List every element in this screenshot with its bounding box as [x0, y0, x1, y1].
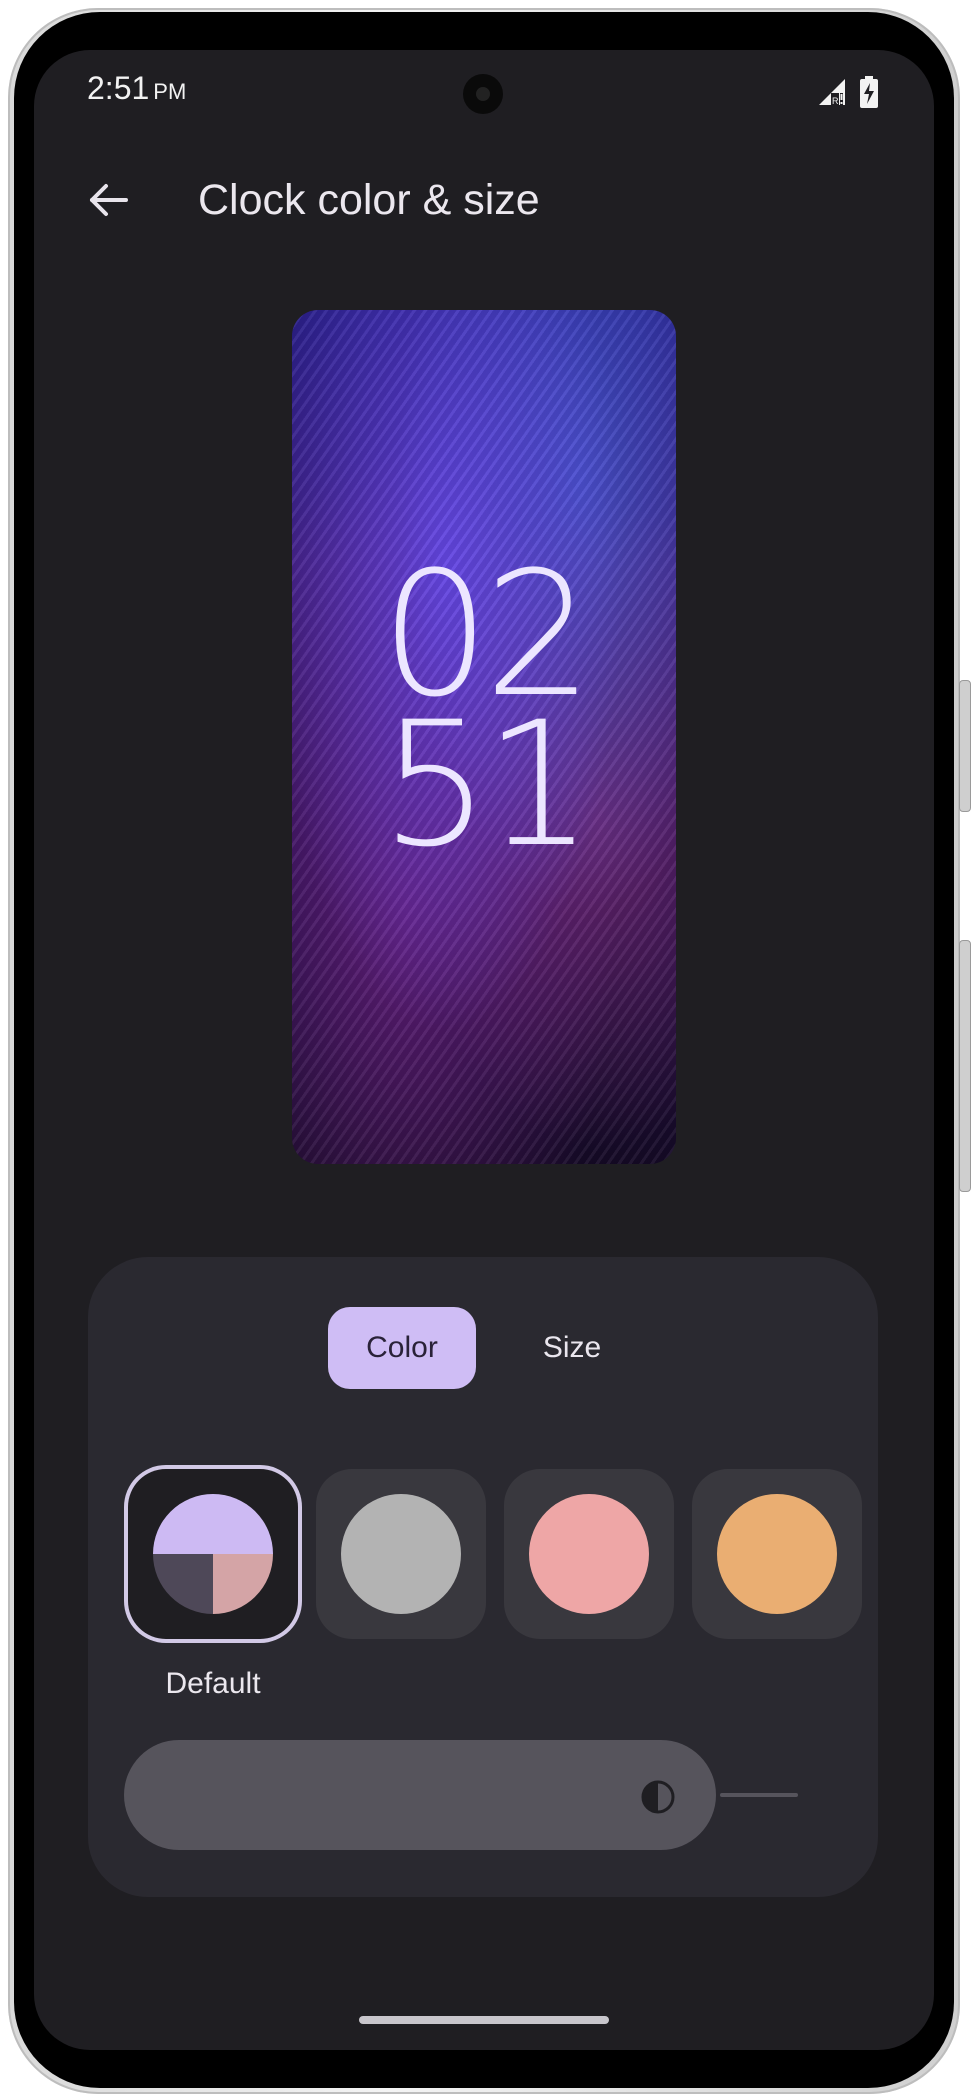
status-time-value: 2:51 — [87, 70, 150, 106]
back-button[interactable] — [72, 164, 144, 236]
arrow-back-icon — [90, 184, 128, 216]
color-swatch-pink[interactable] — [504, 1469, 674, 1639]
orange-color-circle — [717, 1494, 837, 1614]
svg-text:R: R — [832, 96, 839, 106]
signal-icon: R — [819, 79, 845, 106]
clock-settings-panel: Color Size Default — [88, 1257, 878, 1897]
tab-color[interactable]: Color — [328, 1307, 476, 1389]
battery-charging-icon — [860, 76, 878, 108]
clock-tone-slider[interactable] — [124, 1740, 716, 1850]
pink-color-circle — [529, 1494, 649, 1614]
color-swatch-orange[interactable] — [692, 1469, 862, 1639]
gray-color-circle — [341, 1494, 461, 1614]
page-title: Clock color & size — [198, 176, 540, 224]
screen: 2:51 PM R Clock color & size 02 51 Color… — [34, 50, 934, 2050]
front-camera — [463, 74, 503, 114]
contrast-icon[interactable] — [640, 1779, 676, 1815]
clock-minute: 51 — [380, 684, 594, 885]
gesture-nav-handle[interactable] — [359, 2016, 609, 2024]
color-swatch-default[interactable] — [128, 1469, 298, 1639]
color-swatch-gray[interactable] — [316, 1469, 486, 1639]
status-time-ampm: PM — [153, 79, 187, 104]
status-icons: R — [817, 76, 879, 108]
volume-button — [959, 940, 971, 1192]
power-button — [959, 680, 971, 812]
tab-size[interactable]: Size — [498, 1307, 646, 1389]
slider-inactive-track — [720, 1793, 798, 1797]
clock-preview: 02 51 — [292, 549, 676, 885]
lockscreen-preview: 02 51 — [292, 310, 676, 1164]
default-color-icon — [153, 1494, 273, 1614]
status-time: 2:51 PM — [87, 70, 186, 107]
selected-swatch-label: Default — [165, 1667, 261, 1700]
